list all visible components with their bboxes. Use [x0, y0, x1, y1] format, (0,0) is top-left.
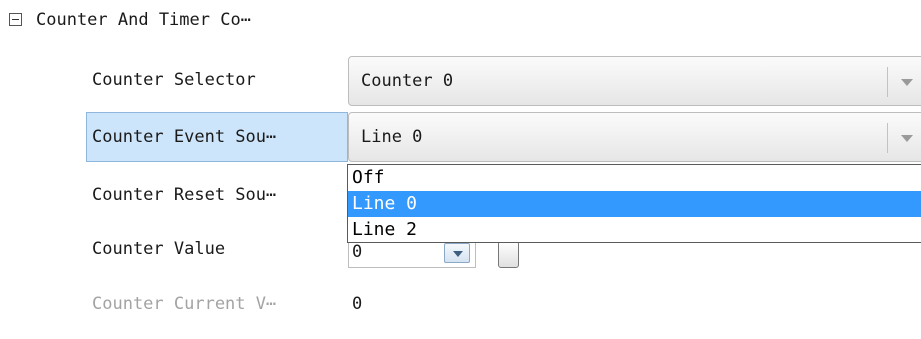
counter-current-value: 0 — [352, 294, 363, 314]
counter-reset-source-label[interactable]: Counter Reset Sou⋯ — [92, 184, 276, 206]
event-source-dropdown-list[interactable]: Off Line 0 Line 2 — [347, 164, 921, 243]
chevron-down-icon[interactable] — [901, 135, 913, 142]
counter-event-source-combo[interactable]: Line 0 — [348, 112, 921, 162]
dropdown-option-line-0[interactable]: Line 0 — [348, 191, 921, 217]
collapse-toggle-icon[interactable] — [9, 13, 22, 26]
counter-selector-value: Counter 0 — [361, 71, 454, 91]
counter-event-source-label[interactable]: Counter Event Sou⋯ — [92, 126, 276, 148]
combo-divider — [887, 123, 888, 153]
dropdown-option-line-2[interactable]: Line 2 — [348, 217, 921, 242]
counter-event-source-value: Line 0 — [361, 127, 423, 147]
chevron-down-icon[interactable] — [901, 79, 913, 86]
counter-value-checkbox[interactable] — [498, 241, 519, 268]
spinner-down-icon[interactable] — [444, 243, 470, 263]
counter-value-label[interactable]: Counter Value — [92, 238, 225, 260]
counter-selector-combo[interactable]: Counter 0 — [348, 56, 921, 106]
dropdown-option-off[interactable]: Off — [348, 165, 921, 191]
section-title[interactable]: Counter And Timer Co⋯ — [36, 9, 251, 31]
counter-selector-label[interactable]: Counter Selector — [92, 69, 256, 91]
counter-current-value-label: Counter Current V⋯ — [92, 294, 277, 314]
combo-divider — [887, 67, 888, 97]
counter-value-text: 0 — [352, 242, 363, 262]
